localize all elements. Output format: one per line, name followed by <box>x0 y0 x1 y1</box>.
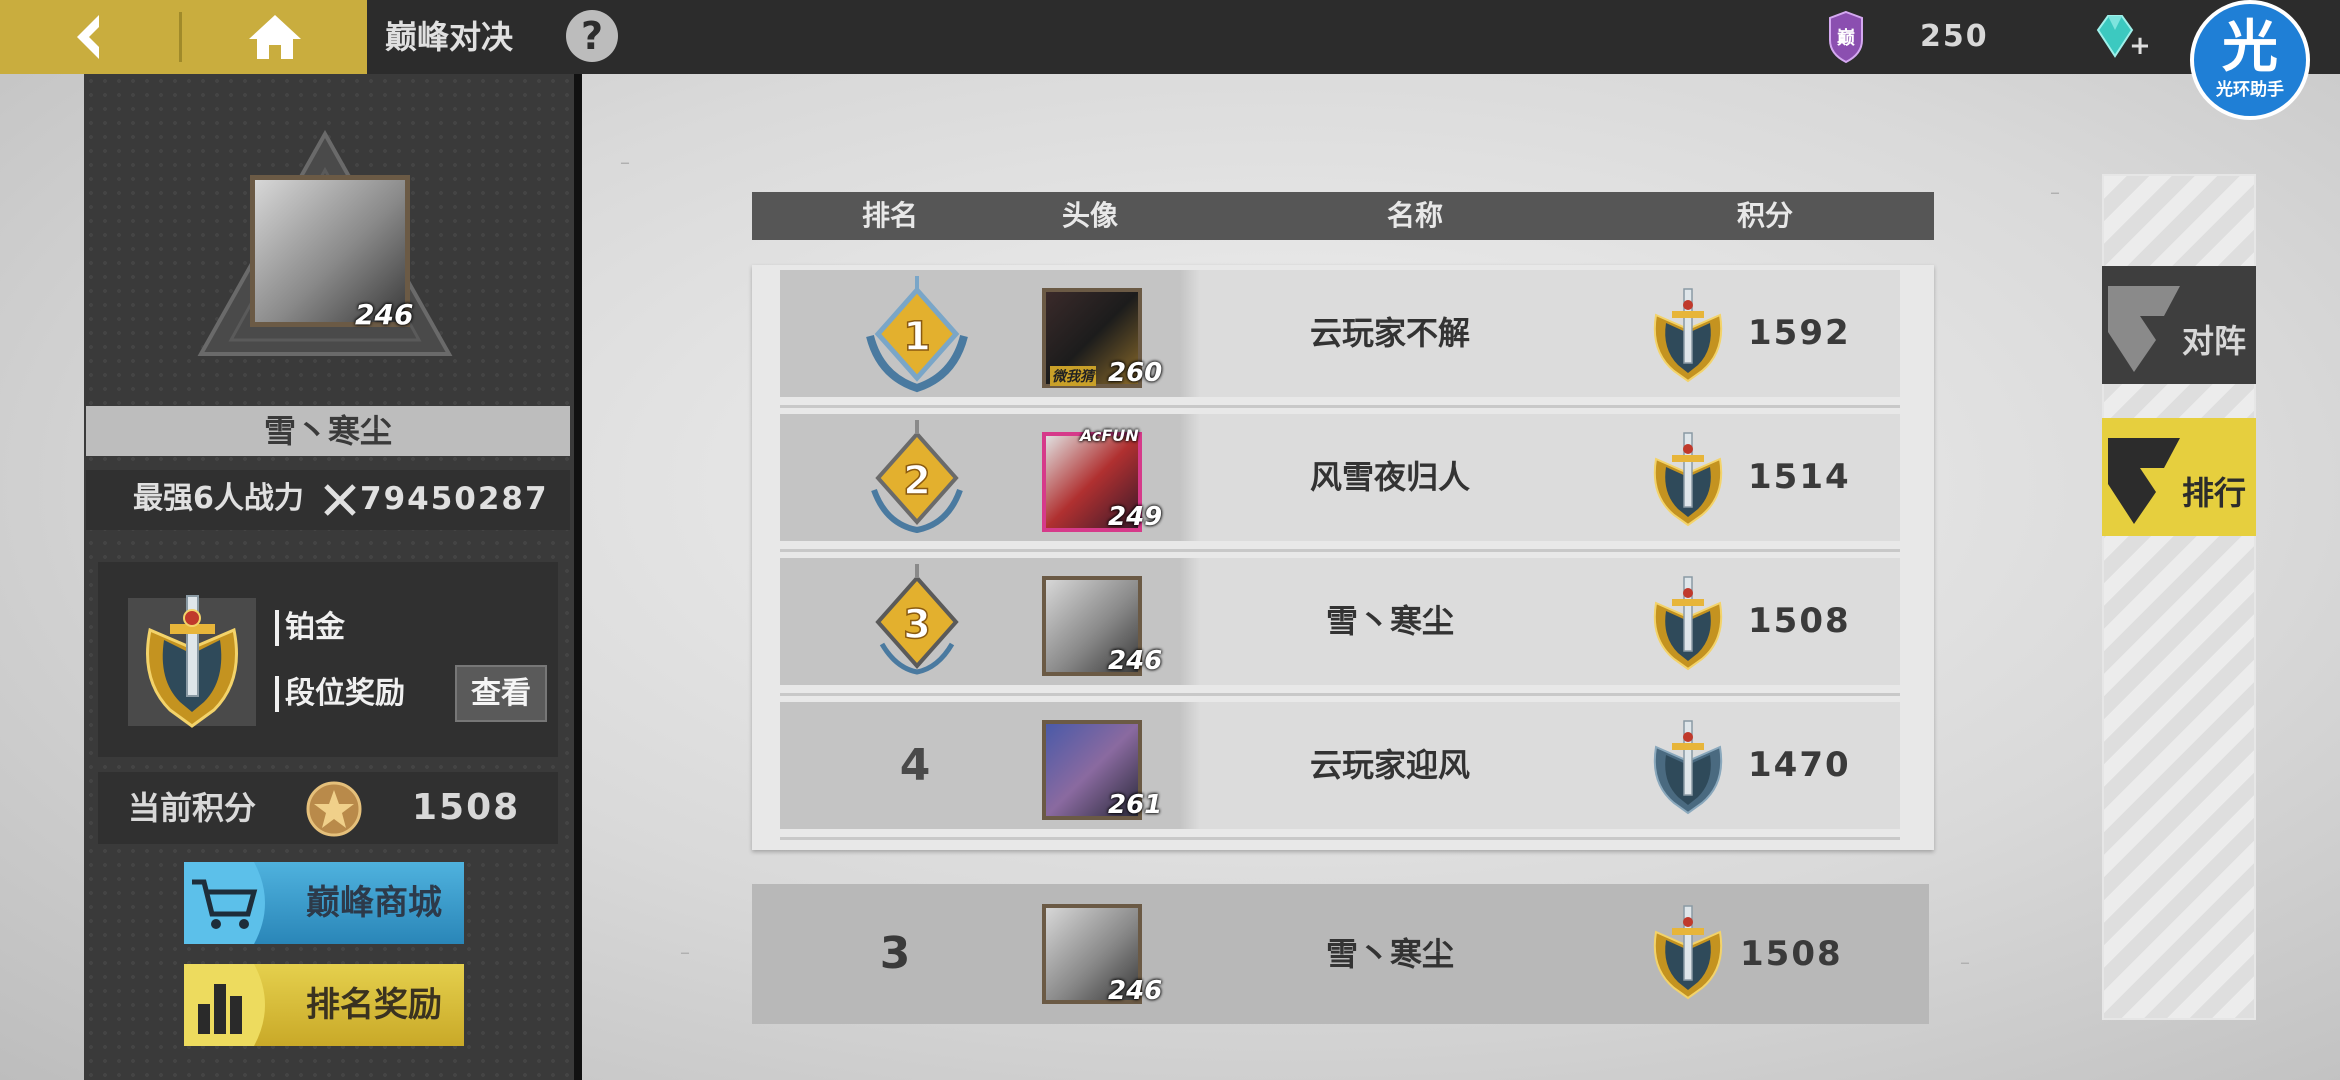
header-score: 积分 <box>1736 199 1793 232</box>
player-name: 云玩家迎风 <box>1309 746 1470 784</box>
my-score: 1508 <box>1740 934 1843 974</box>
panel-separator <box>574 74 582 1080</box>
decor-dash: – <box>620 150 630 174</box>
player-name: 云玩家不解 <box>1309 314 1470 352</box>
home-button[interactable] <box>220 8 330 66</box>
nav-divider <box>179 12 182 62</box>
medal-icon <box>306 781 362 837</box>
rank-reward-label: 排名奖励 <box>306 985 442 1025</box>
tab-rank-label: 排行 <box>2181 474 2246 512</box>
player-level: 249 <box>1108 502 1163 532</box>
my-name: 雪丶寒尘 <box>1325 935 1454 973</box>
tier-name: 铂金 <box>275 610 345 646</box>
peak-shop-button[interactable]: 巅峰商城 <box>184 862 464 944</box>
svg-text:巅: 巅 <box>1837 27 1855 49</box>
my-rank-number: 3 <box>879 928 911 979</box>
header-name: 名称 <box>1386 199 1443 232</box>
helper-app-button[interactable]: 光 光环助手 <box>2190 0 2310 120</box>
back-button[interactable] <box>0 0 178 74</box>
badge-icon: 巅 <box>1826 10 1866 64</box>
row-divider <box>780 549 1900 552</box>
tab-match-label: 对阵 <box>2181 322 2246 360</box>
player-name: 风雪夜归人 <box>1309 458 1470 496</box>
versus-emblem-icon <box>2108 286 2180 372</box>
sword-emblem-icon <box>1653 905 1723 1000</box>
decor-dash: – <box>1960 950 1970 974</box>
helper-label: 光环助手 <box>2216 80 2284 100</box>
table-row[interactable]: 1 微我猜 260 云玩家不解 1592 <box>780 270 1900 408</box>
player-level: 246 <box>1108 646 1163 676</box>
score-label: 当前积分 <box>128 789 257 827</box>
header-rank: 排名 <box>861 199 918 232</box>
gem-icon[interactable]: + <box>2088 10 2151 64</box>
row-divider <box>780 693 1900 696</box>
rank-3-medal-icon: 3 <box>875 564 959 675</box>
player-name: 雪丶寒尘 <box>1325 602 1454 640</box>
page-title: 巅峰对决 <box>385 18 514 56</box>
rank-2-medal-icon: 2 <box>871 420 963 534</box>
row-divider <box>780 405 1900 408</box>
player-level: 261 <box>1108 790 1163 820</box>
help-icon[interactable]: ? <box>566 10 618 62</box>
rank-reward-button[interactable]: 排名奖励 <box>184 964 464 1046</box>
sword-emblem-icon <box>146 595 238 728</box>
svg-text:1: 1 <box>903 314 931 360</box>
sword-emblem-icon <box>1653 288 1723 383</box>
bar-chart-icon <box>184 964 265 1046</box>
my-level: 246 <box>1108 976 1163 1006</box>
power-label: 最强6人战力 <box>133 481 304 516</box>
view-reward-button[interactable]: 查看 <box>455 665 547 722</box>
crossed-swords-icon <box>324 484 356 516</box>
score-value: 1508 <box>412 787 521 828</box>
tab-match[interactable]: 对阵 <box>2102 266 2256 384</box>
tier-reward-label: 段位奖励 <box>275 676 405 712</box>
rank-number: 4 <box>899 740 931 791</box>
svg-text:2: 2 <box>903 458 931 504</box>
peak-shop-label: 巅峰商城 <box>306 883 442 923</box>
player-name: 雪丶寒尘 <box>263 412 392 450</box>
table-row[interactable]: 3 246 雪丶寒尘 1508 <box>780 558 1900 696</box>
header-avatar: 头像 <box>1061 199 1118 232</box>
helper-logo: 光 <box>2222 15 2278 80</box>
avatar-badge: 微我猜 <box>1050 366 1096 386</box>
row-divider <box>780 837 1900 840</box>
player-score: 1592 <box>1748 313 1851 353</box>
tab-rank[interactable]: 排行 <box>2102 418 2256 536</box>
avatar-badge: AcFUN <box>1080 426 1139 445</box>
back-arrow-icon <box>77 15 99 59</box>
player-level: 260 <box>1108 358 1163 388</box>
currency-value: 250 <box>1920 19 1989 54</box>
svg-text:3: 3 <box>903 602 931 648</box>
table-row[interactable]: 4 261 云玩家迎风 1470 <box>780 702 1900 840</box>
player-score: 1508 <box>1748 601 1851 641</box>
cart-icon <box>184 862 265 944</box>
home-icon <box>249 15 301 59</box>
sword-emblem-icon <box>1653 720 1723 815</box>
table-row[interactable]: 2 AcFUN 249 风雪夜归人 1514 <box>780 414 1900 552</box>
sword-emblem-icon <box>1653 576 1723 671</box>
power-value: 79450287 <box>360 481 549 517</box>
svg-text:+: + <box>2129 31 2148 61</box>
rank-1-medal-icon: 1 <box>866 276 968 393</box>
decor-dash: – <box>2050 180 2060 204</box>
sword-emblem-icon <box>1653 432 1723 527</box>
profile-level: 246 <box>355 298 414 331</box>
player-score: 1470 <box>1748 745 1851 785</box>
decor-dash: – <box>680 940 690 964</box>
player-score: 1514 <box>1748 457 1851 497</box>
rank-emblem-icon <box>2108 438 2180 524</box>
